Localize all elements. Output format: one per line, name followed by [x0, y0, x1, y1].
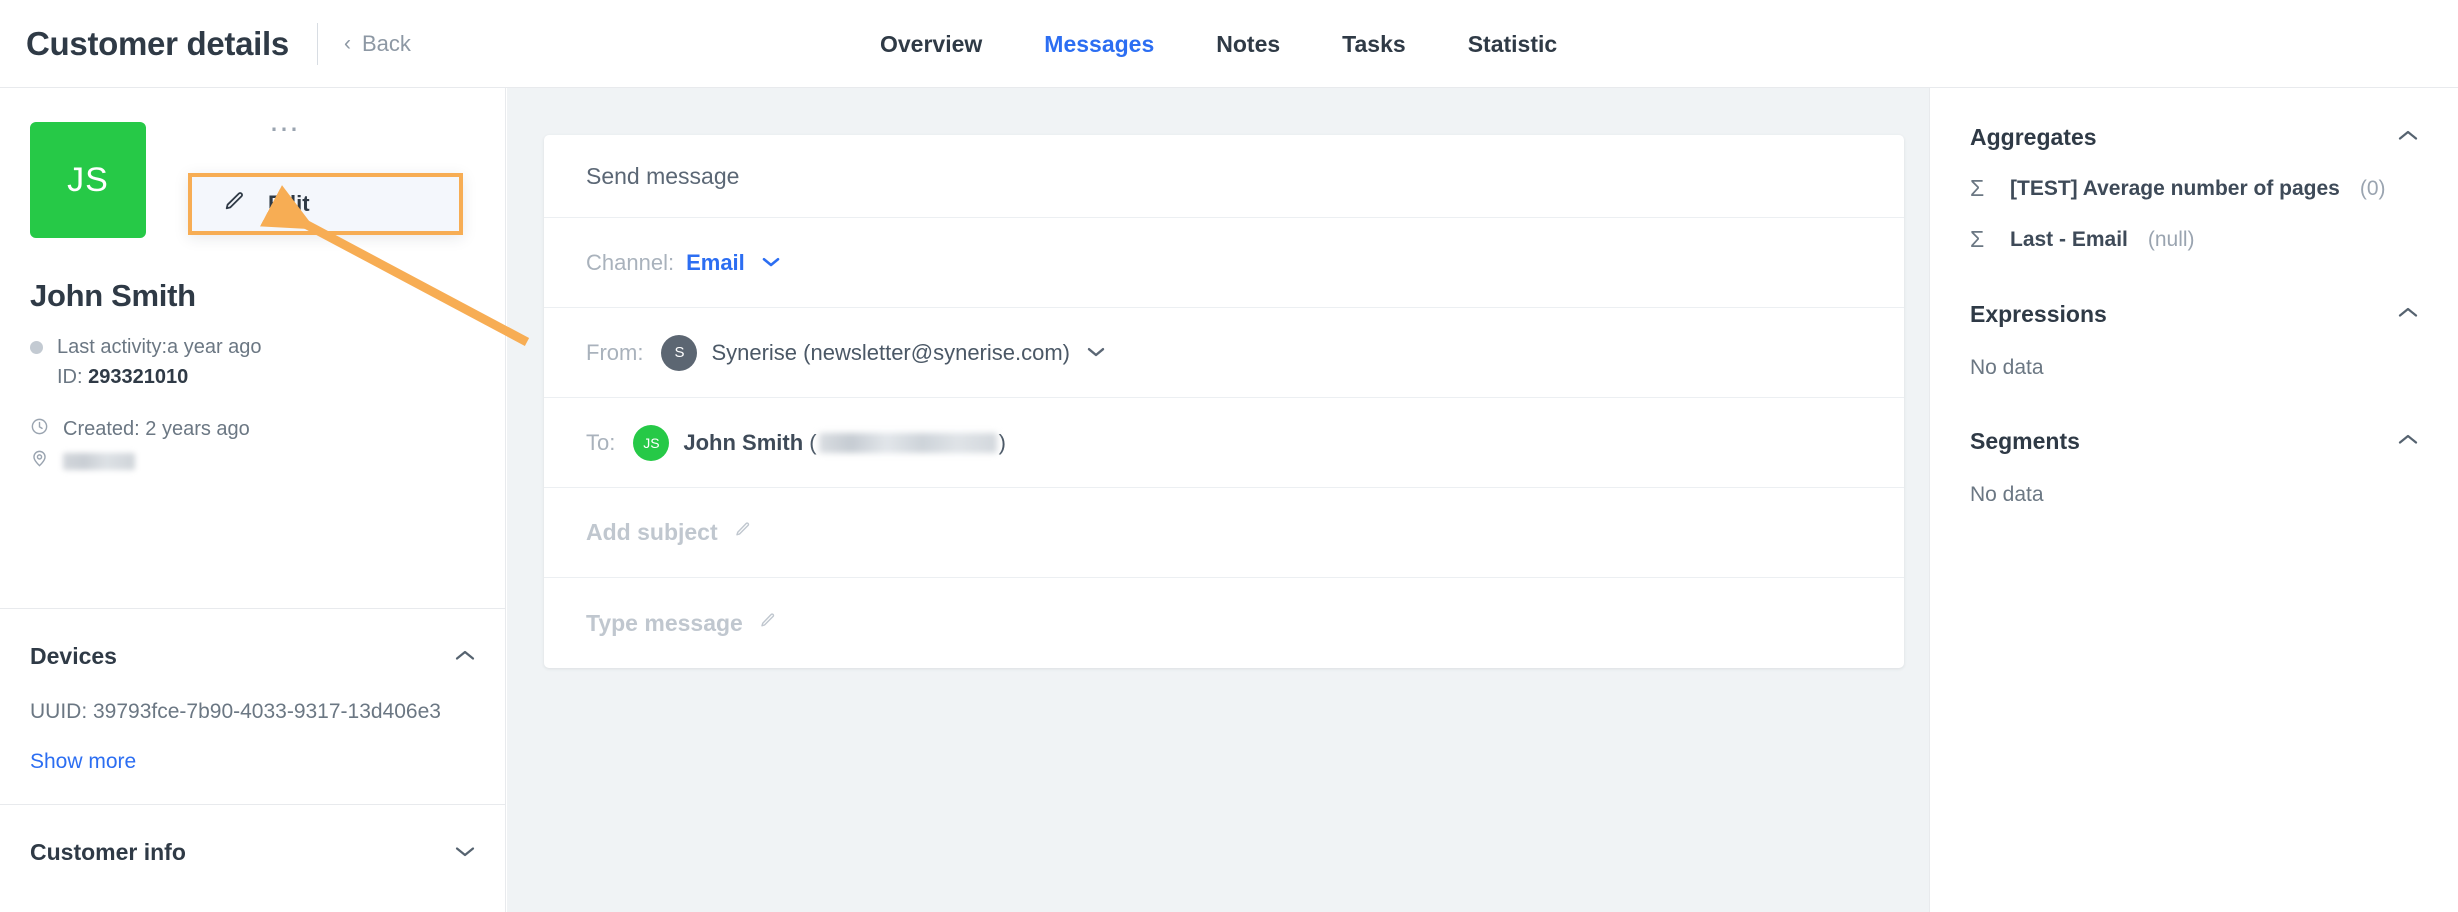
channel-row: Channel: Email	[544, 218, 1904, 308]
customer-id-value: 293321010	[88, 366, 188, 388]
top-bar: Customer details ‹ Back Overview Message…	[0, 0, 2458, 88]
from-row: From: S Synerise (newsletter@synerise.co…	[544, 308, 1904, 398]
tab-messages[interactable]: Messages	[1044, 31, 1154, 58]
to-name: John Smith	[683, 430, 803, 455]
send-message-card: Send message Channel: Email From: S Syne…	[544, 135, 1904, 668]
tab-bar: Overview Messages Notes Tasks Statistic	[880, 0, 1557, 88]
created-row: Created: 2 years ago	[30, 417, 475, 442]
subject-row[interactable]: Add subject	[544, 488, 1904, 578]
customer-id-prefix: ID:	[57, 366, 88, 388]
aggregates-header[interactable]: Aggregates	[1970, 124, 2418, 151]
chevron-down-icon[interactable]	[455, 843, 475, 862]
from-avatar: S	[661, 335, 697, 371]
expressions-section: Expressions No data	[1970, 253, 2418, 380]
to-recipient[interactable]: John Smith ()	[683, 430, 1006, 456]
chevron-down-icon[interactable]	[761, 252, 781, 273]
customer-info-header[interactable]: Customer info	[30, 839, 475, 866]
pencil-icon	[732, 519, 752, 546]
edit-menu-label: Edit	[268, 191, 310, 217]
last-activity-label: Last activity:a year ago	[57, 336, 262, 359]
aggregate-value: (0)	[2360, 177, 2386, 201]
devices-title: Devices	[30, 643, 117, 670]
tab-statistic[interactable]: Statistic	[1468, 31, 1557, 58]
ellipsis-icon[interactable]: ⋯	[269, 124, 301, 136]
sigma-icon: Σ	[1970, 175, 1990, 202]
aggregates-title: Aggregates	[1970, 124, 2097, 151]
segments-title: Segments	[1970, 428, 2080, 455]
segments-empty: No data	[1970, 483, 2418, 507]
chevron-up-icon[interactable]	[2398, 433, 2418, 451]
aggregate-name: Last - Email	[2010, 228, 2128, 252]
from-value[interactable]: Synerise (newsletter@synerise.com)	[711, 340, 1070, 366]
customer-id-row: ID: 293321010	[57, 366, 475, 389]
clock-icon	[30, 417, 49, 442]
location-row	[30, 449, 475, 474]
customer-info-section: Customer info	[0, 805, 505, 896]
created-label: Created: 2 years ago	[63, 418, 250, 441]
to-avatar: JS	[633, 425, 669, 461]
location-value-masked	[63, 453, 135, 470]
pencil-icon	[222, 190, 246, 219]
chevron-down-icon[interactable]	[1086, 342, 1106, 363]
aggregate-value: (null)	[2148, 228, 2195, 252]
devices-section: Devices UUID: 39793fce-7b90-4033-9317-13…	[0, 609, 505, 804]
segments-header[interactable]: Segments	[1970, 428, 2418, 455]
tab-notes[interactable]: Notes	[1216, 31, 1280, 58]
customer-sidebar: JS ⋯ Edit John Smith Last activity:a yea…	[0, 88, 506, 912]
aggregate-name: [TEST] Average number of pages	[2010, 177, 2340, 201]
from-label: From:	[586, 340, 643, 366]
edit-menu-item[interactable]: Edit	[188, 173, 463, 235]
devices-header[interactable]: Devices	[30, 643, 475, 670]
aggregates-section: Aggregates Σ [TEST] Average number of pa…	[1970, 88, 2418, 253]
pencil-icon	[757, 610, 777, 637]
title-divider	[317, 23, 318, 65]
back-button[interactable]: ‹ Back	[344, 31, 411, 57]
expressions-header[interactable]: Expressions	[1970, 301, 2418, 328]
profile-section: JS ⋯ Edit John Smith Last activity:a yea…	[0, 88, 505, 608]
show-more-link[interactable]: Show more	[30, 750, 475, 774]
expressions-title: Expressions	[1970, 301, 2107, 328]
chevron-left-icon: ‹	[344, 33, 351, 54]
message-row[interactable]: Type message	[544, 578, 1904, 668]
message-placeholder: Type message	[586, 610, 743, 637]
aggregate-item[interactable]: Σ Last - Email (null)	[1970, 226, 2418, 253]
channel-label: Channel:	[586, 250, 674, 276]
send-message-title: Send message	[544, 135, 1904, 218]
chevron-up-icon[interactable]	[2398, 306, 2418, 324]
tab-overview[interactable]: Overview	[880, 31, 982, 58]
sigma-icon: Σ	[1970, 226, 1990, 253]
to-label: To:	[586, 430, 615, 456]
device-uuid: UUID: 39793fce-7b90-4033-9317-13d406e3	[30, 700, 475, 724]
channel-value[interactable]: Email	[686, 250, 745, 276]
aggregate-item[interactable]: Σ [TEST] Average number of pages (0)	[1970, 175, 2418, 202]
tab-tasks[interactable]: Tasks	[1342, 31, 1406, 58]
customer-info-title: Customer info	[30, 839, 186, 866]
subject-placeholder: Add subject	[586, 519, 718, 546]
expressions-empty: No data	[1970, 356, 2418, 380]
app-root: Customer details ‹ Back Overview Message…	[0, 0, 2458, 912]
customer-name: John Smith	[30, 278, 475, 314]
customer-meta: Last activity:a year ago ID: 293321010 C…	[30, 336, 475, 474]
page-title: Customer details	[26, 25, 289, 63]
avatar: JS	[30, 122, 146, 238]
back-button-label: Back	[362, 31, 411, 57]
attributes-panel: Aggregates Σ [TEST] Average number of pa…	[1929, 88, 2458, 912]
to-email-masked: ()	[809, 430, 1006, 455]
status-dot-icon	[30, 341, 43, 354]
main-canvas: Send message Channel: Email From: S Syne…	[507, 88, 1929, 912]
chevron-up-icon[interactable]	[455, 647, 475, 666]
segments-section: Segments No data	[1970, 380, 2418, 507]
meta-spacer	[30, 389, 475, 417]
map-pin-icon	[30, 449, 49, 474]
last-activity-row: Last activity:a year ago	[30, 336, 475, 359]
to-row: To: JS John Smith ()	[544, 398, 1904, 488]
chevron-up-icon[interactable]	[2398, 129, 2418, 147]
